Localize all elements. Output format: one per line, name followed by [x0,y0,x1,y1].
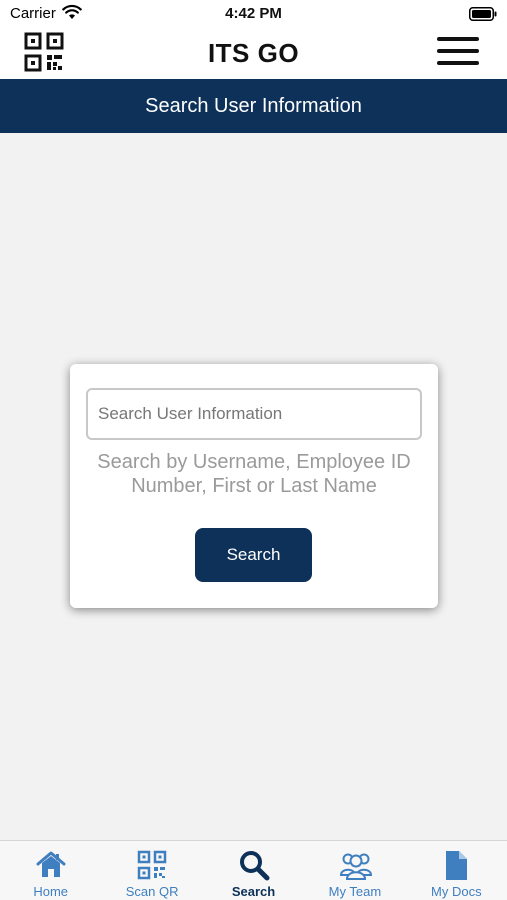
clock: 4:42 PM [225,5,282,22]
tab-scan-qr[interactable]: Scan QR [101,841,202,900]
tab-label: My Team [328,884,382,899]
hamburger-menu-icon[interactable] [437,37,479,67]
tab-label: Search [231,884,276,899]
app-header: ITS GO [0,28,507,79]
page-title: Search User Information [145,95,362,117]
tab-my-docs[interactable]: My Docs [406,841,507,900]
search-helper-text: Search by Username, Employee ID Number, … [97,451,411,497]
tab-bar: Home Scan QR Search My Team My Docs [0,840,507,900]
battery-icon [469,7,497,26]
tab-label: Home [33,884,69,899]
search-button[interactable]: Search [195,528,312,582]
document-icon [440,849,472,881]
tab-label: Scan QR [125,884,179,899]
app-title: ITS GO [207,38,300,68]
status-bar: Carrier 4:42 PM [0,0,507,28]
qr-code-icon[interactable] [24,32,64,72]
tab-home[interactable]: Home [0,841,101,900]
page-title-bar: Search User Information [0,79,507,133]
search-card: Search by Username, Employee ID Number, … [70,364,438,608]
search-icon [238,849,270,881]
tab-my-team[interactable]: My Team [304,841,405,900]
tab-search[interactable]: Search [203,841,304,900]
qr-code-icon [136,849,168,881]
tab-label: My Docs [431,884,482,899]
search-input[interactable] [86,388,422,440]
home-icon [35,849,67,881]
team-icon [339,849,372,881]
